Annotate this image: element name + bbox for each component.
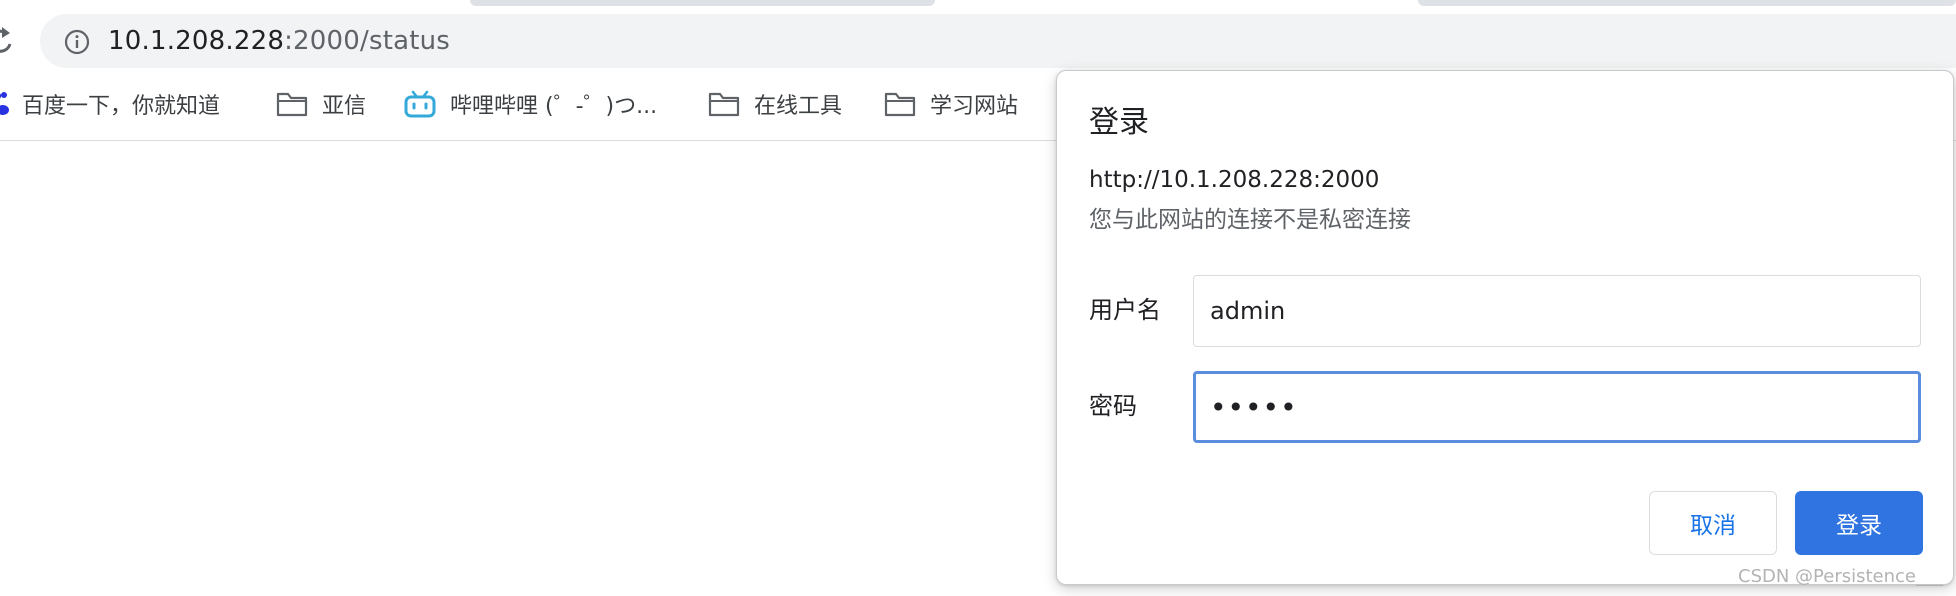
- bookmark-label: 哔哩哔哩 (゜-゜)つ...: [450, 94, 658, 119]
- username-label: 用户名: [1089, 296, 1161, 324]
- tab-edge[interactable]: [1418, 0, 1956, 6]
- browser-toolbar: 10.1.208.228:2000/status: [0, 8, 1956, 76]
- bookmark-yaxin[interactable]: 亚信: [276, 80, 366, 128]
- reload-icon[interactable]: [0, 24, 16, 58]
- dialog-origin: http://10.1.208.228:2000: [1089, 167, 1380, 193]
- bilibili-tv-icon: [404, 90, 436, 118]
- url-path: :2000/status: [284, 26, 451, 56]
- bookmark-label: 亚信: [322, 94, 367, 119]
- folder-icon: [708, 92, 740, 117]
- dialog-title: 登录: [1089, 105, 1149, 140]
- baidu-paw-icon: [0, 92, 9, 115]
- password-input[interactable]: [1193, 371, 1921, 443]
- bookmark-bilibili[interactable]: 哔哩哔哩 (゜-゜)つ...: [404, 80, 657, 128]
- tab-edge[interactable]: [470, 0, 935, 6]
- cancel-button[interactable]: 取消: [1649, 491, 1777, 555]
- bookmark-label: 学习网站: [930, 94, 1019, 119]
- url-host: 10.1.208.228: [108, 26, 285, 56]
- bookmark-study-sites[interactable]: 学习网站: [884, 80, 1018, 128]
- login-dialog: 登录 http://10.1.208.228:2000 您与此网站的连接不是私密…: [1056, 70, 1954, 585]
- password-label: 密码: [1089, 392, 1137, 420]
- username-input[interactable]: [1193, 275, 1921, 347]
- url-text[interactable]: 10.1.208.228:2000/status: [108, 25, 450, 57]
- bookmark-online-tools[interactable]: 在线工具: [708, 80, 842, 128]
- watermark-text: CSDN @Persistence___: [1738, 566, 1943, 587]
- bookmark-label: 在线工具: [754, 94, 843, 119]
- bookmark-baidu[interactable]: 百度一下，你就知道: [0, 80, 220, 128]
- address-bar[interactable]: 10.1.208.228:2000/status: [40, 14, 1956, 68]
- site-info-icon[interactable]: [64, 29, 90, 55]
- folder-icon: [884, 92, 916, 117]
- folder-icon: [276, 92, 308, 117]
- login-button[interactable]: 登录: [1795, 491, 1923, 555]
- connection-warning: 您与此网站的连接不是私密连接: [1089, 207, 1411, 233]
- bookmark-label: 百度一下，你就知道: [22, 94, 221, 119]
